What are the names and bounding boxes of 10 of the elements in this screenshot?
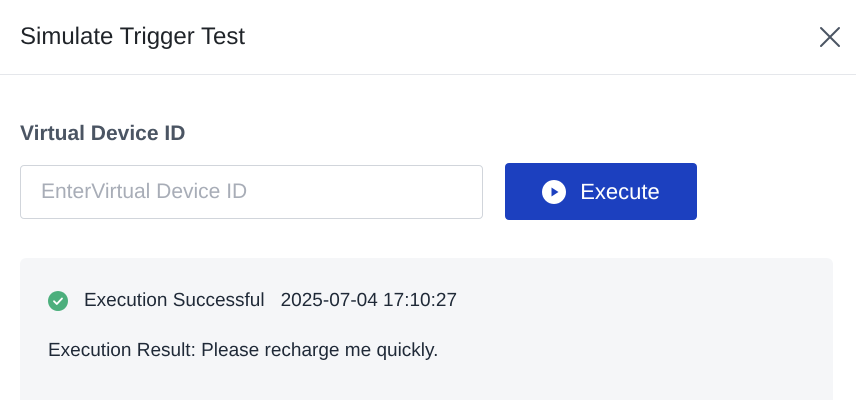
dialog-title: Simulate Trigger Test — [20, 23, 245, 51]
execute-button[interactable]: Execute — [505, 163, 697, 220]
result-message: Execution Result: Please recharge me quickly. — [48, 340, 440, 362]
field-label: Virtual Device ID — [20, 122, 186, 146]
close-icon — [818, 25, 842, 49]
status-text: Execution Successful — [84, 290, 265, 312]
device-id-field[interactable]: EnterVirtual Device ID — [20, 165, 483, 219]
close-button[interactable] — [818, 25, 842, 49]
play-icon — [542, 180, 566, 204]
timestamp: 2025-07-04 17:10:27 — [280, 290, 458, 312]
